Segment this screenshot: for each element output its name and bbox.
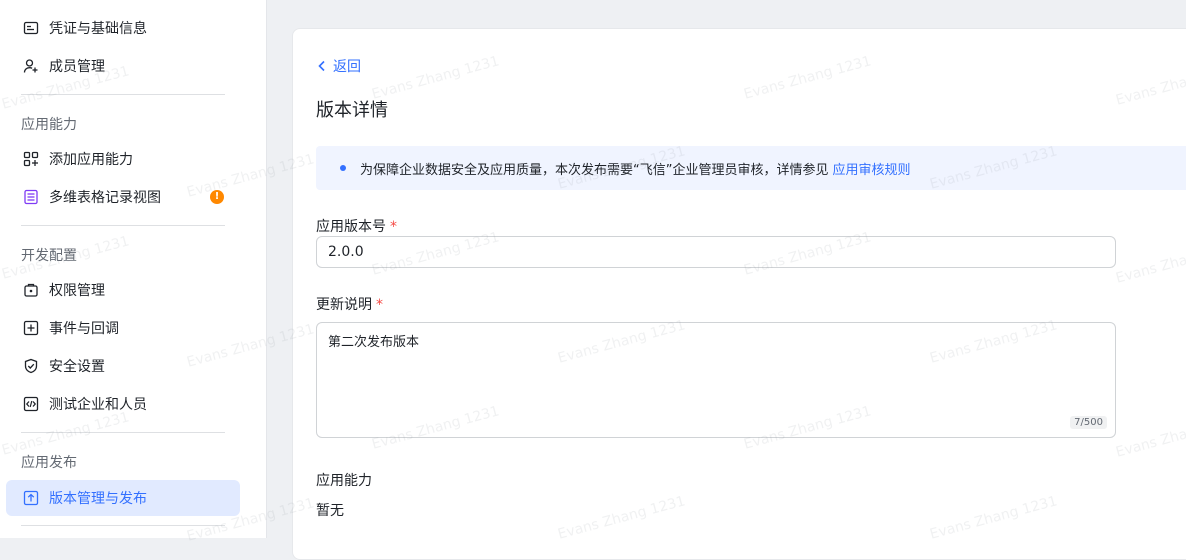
sidebar-item-label: 测试企业和人员: [49, 397, 147, 413]
divider: [21, 525, 225, 526]
review-notice: 为保障企业数据安全及应用质量，本次发布需要“飞信”企业管理员审核，详情参见 应用…: [316, 146, 1186, 190]
sidebar-item-members[interactable]: 成员管理: [6, 48, 240, 84]
version-number-input[interactable]: [316, 236, 1116, 268]
version-number-label: 应用版本号 *: [316, 216, 397, 236]
sidebar-item-credentials[interactable]: 凭证与基础信息: [6, 10, 240, 46]
bullet-dot: [340, 165, 346, 171]
user-add-icon: [22, 57, 40, 75]
table-view-icon: [22, 188, 40, 206]
page-title: 版本详情: [316, 100, 388, 121]
review-rules-link[interactable]: 应用审核规则: [832, 159, 910, 178]
sidebar-item-label: 权限管理: [49, 283, 105, 299]
apps-add-icon: [22, 150, 40, 168]
event-callback-icon: [22, 319, 40, 337]
sidebar: 凭证与基础信息 成员管理 应用能力 添加应用能力 多维表格记录视图 ! 开发配置…: [0, 0, 267, 538]
sidebar-item-label: 成员管理: [49, 59, 105, 75]
sidebar-item-label: 安全设置: [49, 359, 105, 375]
warning-badge: !: [210, 190, 224, 204]
divider: [21, 225, 225, 226]
update-notes-label: 更新说明 *: [316, 294, 383, 314]
char-counter: 7/500: [1070, 416, 1107, 429]
sidebar-item-label: 多维表格记录视图: [49, 190, 161, 206]
sidebar-item-security[interactable]: 安全设置: [6, 348, 240, 384]
sidebar-item-add-ability[interactable]: 添加应用能力: [6, 141, 240, 177]
chevron-left-icon: [318, 60, 325, 72]
upload-version-icon: [22, 489, 40, 507]
sidebar-item-label: 版本管理与发布: [49, 491, 147, 507]
sidebar-item-events[interactable]: 事件与回调: [6, 310, 240, 346]
divider: [21, 94, 225, 95]
sidebar-item-version-publish[interactable]: 版本管理与发布: [6, 480, 240, 516]
update-notes-value: 第二次发布版本: [328, 335, 420, 350]
sidebar-item-test-enterprise[interactable]: 测试企业和人员: [6, 386, 240, 422]
ability-value: 暂无: [316, 503, 344, 519]
back-label: 返回: [333, 59, 361, 75]
update-notes-textarea[interactable]: 第二次发布版本 7/500: [316, 322, 1116, 438]
notice-text: 为保障企业数据安全及应用质量，本次发布需要“飞信”企业管理员审核，详情参见: [360, 162, 829, 178]
section-label-dev: 开发配置: [21, 248, 77, 264]
divider: [21, 432, 225, 433]
version-detail-card: [292, 28, 1186, 560]
section-label-ability: 应用能力: [21, 117, 77, 133]
sidebar-item-label: 事件与回调: [49, 321, 119, 337]
code-test-icon: [22, 395, 40, 413]
shield-check-icon: [22, 357, 40, 375]
ability-label: 应用能力: [316, 473, 372, 489]
sidebar-item-label: 凭证与基础信息: [49, 21, 147, 37]
sidebar-item-permissions[interactable]: 权限管理: [6, 272, 240, 308]
credential-card-icon: [22, 19, 40, 37]
section-label-publish: 应用发布: [21, 455, 77, 471]
field-label-text: 应用版本号: [316, 219, 386, 235]
required-mark: *: [390, 219, 397, 235]
required-mark: *: [376, 297, 383, 313]
sidebar-item-label: 添加应用能力: [49, 152, 133, 168]
permission-lock-icon: [22, 281, 40, 299]
back-link[interactable]: 返回: [317, 56, 361, 76]
field-label-text: 更新说明: [316, 297, 372, 313]
sidebar-item-table-view[interactable]: 多维表格记录视图 !: [6, 179, 240, 215]
